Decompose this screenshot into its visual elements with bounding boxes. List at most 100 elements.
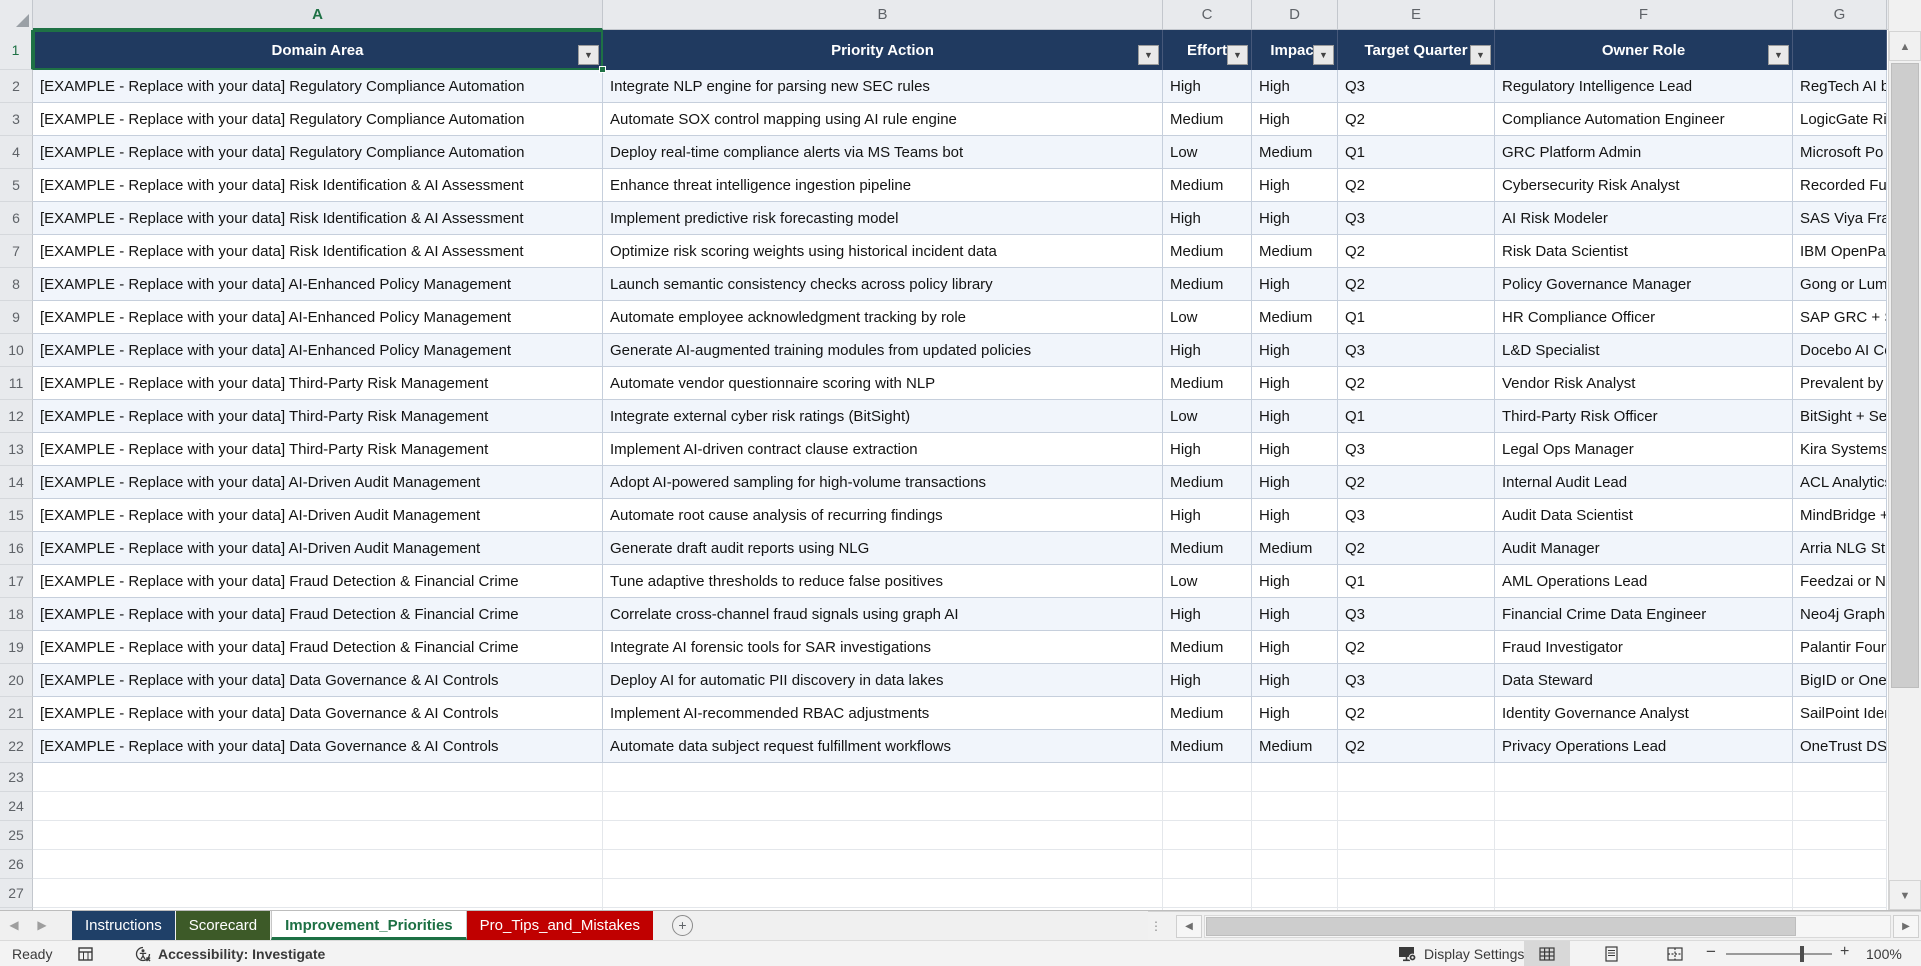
empty-cell[interactable] [1793, 792, 1887, 821]
empty-cell[interactable] [33, 821, 603, 850]
cell-action[interactable]: Implement predictive risk forecasting mo… [603, 202, 1163, 235]
cell-domain[interactable]: [EXAMPLE - Replace with your data] Third… [33, 433, 603, 466]
cell-quarter[interactable]: Q2 [1338, 103, 1495, 136]
cell-impact[interactable]: High [1252, 70, 1338, 103]
header-cell-impact[interactable]: Impact ▼ [1252, 30, 1338, 70]
cell-domain[interactable]: [EXAMPLE - Replace with your data] AI-En… [33, 268, 603, 301]
cell-owner[interactable]: Internal Audit Lead [1495, 466, 1793, 499]
cell-action[interactable]: Automate employee acknowledgment trackin… [603, 301, 1163, 334]
filter-dropdown-icon[interactable]: ▼ [1227, 45, 1248, 65]
row-header[interactable]: 4 [0, 136, 33, 169]
cell-effort[interactable]: Medium [1163, 532, 1252, 565]
cell-tool[interactable]: IBM OpenPag [1793, 235, 1887, 268]
cell-owner[interactable]: Privacy Operations Lead [1495, 730, 1793, 763]
cell-tool[interactable]: SAP GRC + Su [1793, 301, 1887, 334]
new-sheet-button[interactable]: + [672, 915, 693, 936]
cell-action[interactable]: Automate vendor questionnaire scoring wi… [603, 367, 1163, 400]
cell-impact[interactable]: High [1252, 202, 1338, 235]
zoom-slider-thumb[interactable] [1800, 946, 1804, 962]
cell-owner[interactable]: Financial Crime Data Engineer [1495, 598, 1793, 631]
row-header[interactable]: 27 [0, 879, 33, 908]
cell-tool[interactable]: SAS Viya Frau [1793, 202, 1887, 235]
row-header[interactable]: 6 [0, 202, 33, 235]
cell-effort[interactable]: Medium [1163, 169, 1252, 202]
cell-impact[interactable]: High [1252, 499, 1338, 532]
empty-cell[interactable] [1338, 879, 1495, 908]
cell-domain[interactable]: [EXAMPLE - Replace with your data] AI-En… [33, 334, 603, 367]
cell-domain[interactable]: [EXAMPLE - Replace with your data] Fraud… [33, 565, 603, 598]
empty-cell[interactable] [1338, 792, 1495, 821]
cell-owner[interactable]: Identity Governance Analyst [1495, 697, 1793, 730]
cell-owner[interactable]: AI Risk Modeler [1495, 202, 1793, 235]
cell-quarter[interactable]: Q2 [1338, 235, 1495, 268]
row-header[interactable]: 19 [0, 631, 33, 664]
cell-quarter[interactable]: Q2 [1338, 631, 1495, 664]
cell-effort[interactable]: Medium [1163, 730, 1252, 763]
cell-owner[interactable]: L&D Specialist [1495, 334, 1793, 367]
tab-scroll-left-icon[interactable]: ◀ [0, 911, 28, 940]
cell-quarter[interactable]: Q2 [1338, 466, 1495, 499]
empty-cell[interactable] [1163, 821, 1252, 850]
column-header-d[interactable]: D [1252, 0, 1338, 30]
cell-impact[interactable]: High [1252, 631, 1338, 664]
horizontal-scroll-track[interactable] [1204, 915, 1891, 938]
zoom-out-icon[interactable]: − [1706, 942, 1716, 962]
cell-effort[interactable]: Medium [1163, 103, 1252, 136]
cell-quarter[interactable]: Q3 [1338, 433, 1495, 466]
cell-impact[interactable]: High [1252, 433, 1338, 466]
scroll-right-icon[interactable]: ▶ [1893, 915, 1919, 938]
view-normal-button[interactable] [1524, 941, 1570, 966]
column-header-c[interactable]: C [1163, 0, 1252, 30]
column-header-f[interactable]: F [1495, 0, 1793, 30]
cell-quarter[interactable]: Q1 [1338, 400, 1495, 433]
cell-owner[interactable]: Risk Data Scientist [1495, 235, 1793, 268]
cell-tool[interactable]: OneTrust DSA [1793, 730, 1887, 763]
cell-owner[interactable]: Data Steward [1495, 664, 1793, 697]
cell-action[interactable]: Launch semantic consistency checks acros… [603, 268, 1163, 301]
cell-action[interactable]: Integrate AI forensic tools for SAR inve… [603, 631, 1163, 664]
cell-effort[interactable]: Low [1163, 565, 1252, 598]
cell-tool[interactable]: MindBridge + [1793, 499, 1887, 532]
row-header[interactable]: 8 [0, 268, 33, 301]
cell-action[interactable]: Automate SOX control mapping using AI ru… [603, 103, 1163, 136]
empty-cell[interactable] [603, 792, 1163, 821]
accessibility-status[interactable]: Accessibility: Investigate [134, 941, 325, 966]
cell-action[interactable]: Integrate NLP engine for parsing new SEC… [603, 70, 1163, 103]
cell-quarter[interactable]: Q3 [1338, 598, 1495, 631]
cell-quarter[interactable]: Q1 [1338, 136, 1495, 169]
cell-effort[interactable]: High [1163, 499, 1252, 532]
cell-action[interactable]: Correlate cross-channel fraud signals us… [603, 598, 1163, 631]
row-header[interactable]: 11 [0, 367, 33, 400]
cell-owner[interactable]: AML Operations Lead [1495, 565, 1793, 598]
cell-action[interactable]: Implement AI-driven contract clause extr… [603, 433, 1163, 466]
cell-impact[interactable]: Medium [1252, 730, 1338, 763]
column-header-a[interactable]: A [33, 0, 603, 30]
row-header[interactable]: 2 [0, 70, 33, 103]
empty-cell[interactable] [1163, 792, 1252, 821]
tab-splitter-handle[interactable]: ⋮ [1150, 919, 1163, 933]
empty-cell[interactable] [1793, 879, 1887, 908]
header-cell-clipped[interactable] [1793, 30, 1887, 70]
empty-cell[interactable] [1338, 821, 1495, 850]
row-header[interactable]: 10 [0, 334, 33, 367]
cell-impact[interactable]: High [1252, 664, 1338, 697]
scroll-down-icon[interactable]: ▼ [1889, 880, 1921, 910]
empty-cell[interactable] [33, 850, 603, 879]
cell-tool[interactable]: BigID or OneT [1793, 664, 1887, 697]
cell-tool[interactable]: Docebo AI Co [1793, 334, 1887, 367]
cell-tool[interactable]: BitSight + Ser [1793, 400, 1887, 433]
column-header-e[interactable]: E [1338, 0, 1495, 30]
cell-quarter[interactable]: Q3 [1338, 70, 1495, 103]
cell-domain[interactable]: [EXAMPLE - Replace with your data] Regul… [33, 136, 603, 169]
row-header[interactable]: 14 [0, 466, 33, 499]
row-header[interactable]: 21 [0, 697, 33, 730]
cell-domain[interactable]: [EXAMPLE - Replace with your data] AI-Dr… [33, 532, 603, 565]
cell-owner[interactable]: Cybersecurity Risk Analyst [1495, 169, 1793, 202]
cell-quarter[interactable]: Q3 [1338, 664, 1495, 697]
cell-effort[interactable]: Medium [1163, 466, 1252, 499]
cell-effort[interactable]: High [1163, 334, 1252, 367]
cell-impact[interactable]: Medium [1252, 235, 1338, 268]
cell-impact[interactable]: High [1252, 103, 1338, 136]
cell-domain[interactable]: [EXAMPLE - Replace with your data] AI-Dr… [33, 499, 603, 532]
cell-impact[interactable]: Medium [1252, 301, 1338, 334]
